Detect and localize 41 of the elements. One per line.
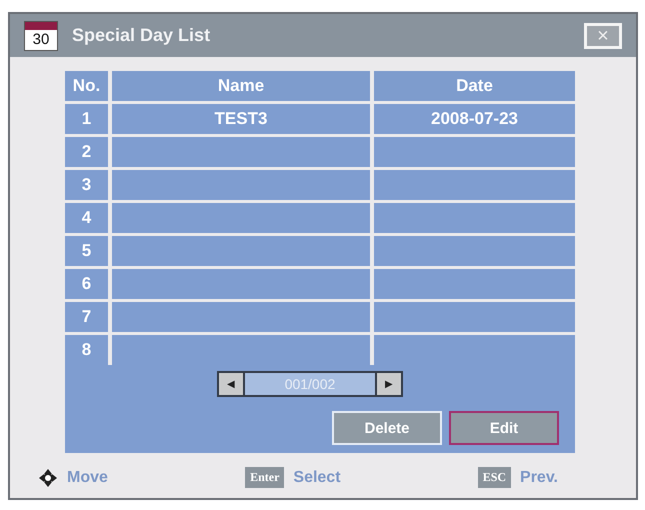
table-cell[interactable]: [374, 269, 575, 299]
table-cell[interactable]: [112, 236, 370, 266]
column-header: Date: [374, 71, 575, 101]
close-button[interactable]: ×: [584, 22, 622, 48]
next-page-button[interactable]: ▶: [377, 373, 401, 395]
row-number: 2: [65, 137, 108, 167]
table-cell[interactable]: 2008-07-23: [374, 104, 575, 134]
direction-pad-icon: [38, 468, 58, 488]
legend-label: Move: [67, 468, 108, 486]
table-cell[interactable]: [374, 236, 575, 266]
table-cell[interactable]: [374, 203, 575, 233]
window-title: Special Day List: [72, 25, 212, 46]
delete-button[interactable]: Delete: [332, 411, 442, 445]
table-cell[interactable]: [112, 203, 370, 233]
table-cell[interactable]: [112, 170, 370, 200]
table-cell[interactable]: TEST3: [112, 104, 370, 134]
table-cell[interactable]: [374, 302, 575, 332]
column-header: No.: [65, 71, 108, 101]
table-cell[interactable]: [112, 269, 370, 299]
row-number: 6: [65, 269, 108, 299]
edit-button[interactable]: Edit: [449, 411, 559, 445]
table-cell[interactable]: [112, 137, 370, 167]
column-header: Name: [112, 71, 370, 101]
table-cell[interactable]: [374, 335, 575, 365]
calendar-icon: 30: [24, 20, 58, 50]
row-number: 5: [65, 236, 108, 266]
table-cell[interactable]: [374, 137, 575, 167]
legend-label: Select: [293, 468, 341, 486]
page-indicator: 001/002: [245, 373, 375, 395]
row-number: 3: [65, 170, 108, 200]
table-cell[interactable]: [374, 170, 575, 200]
table-cell[interactable]: [112, 302, 370, 332]
row-number: 1: [65, 104, 108, 134]
table-cell[interactable]: [112, 335, 370, 365]
key-label: Enter: [245, 467, 284, 488]
legend-label: Prev.: [520, 468, 558, 486]
row-number: 8: [65, 335, 108, 365]
row-number: 7: [65, 302, 108, 332]
key-label: ESC: [478, 467, 512, 488]
previous-page-button[interactable]: ◀: [219, 373, 243, 395]
row-number: 4: [65, 203, 108, 233]
